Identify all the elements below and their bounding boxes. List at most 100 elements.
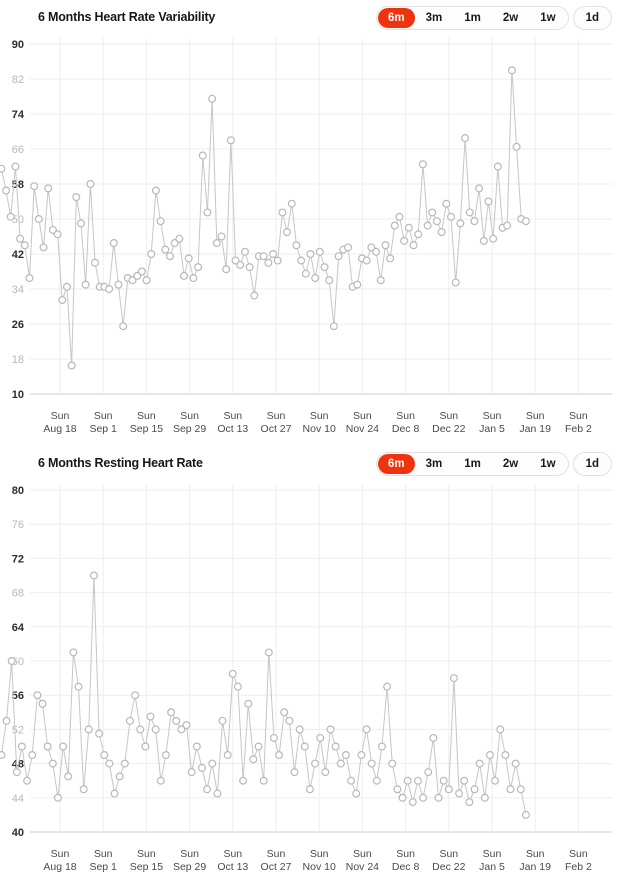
data-point-marker[interactable] <box>197 763 206 772</box>
data-point-marker[interactable] <box>451 278 460 287</box>
data-point-marker[interactable] <box>254 742 263 751</box>
data-point-marker[interactable] <box>95 729 104 738</box>
data-point-marker[interactable] <box>151 725 160 734</box>
data-point-marker[interactable] <box>432 217 441 226</box>
data-point-marker[interactable] <box>352 789 361 798</box>
data-point-marker[interactable] <box>507 66 516 75</box>
data-point-marker[interactable] <box>395 212 404 221</box>
data-point-marker[interactable] <box>470 785 479 794</box>
data-point-marker[interactable] <box>475 184 484 193</box>
data-point-marker[interactable] <box>428 208 437 217</box>
data-point-marker[interactable] <box>7 657 16 666</box>
data-point-marker[interactable] <box>414 230 423 239</box>
data-point-marker[interactable] <box>156 776 165 785</box>
data-point-marker[interactable] <box>259 252 268 261</box>
data-point-marker[interactable] <box>275 751 284 760</box>
data-point-marker[interactable] <box>273 256 282 265</box>
data-point-marker[interactable] <box>84 725 93 734</box>
data-point-marker[interactable] <box>244 699 253 708</box>
data-point-marker[interactable] <box>292 241 301 250</box>
data-point-marker[interactable] <box>105 759 114 768</box>
data-point-marker[interactable] <box>6 212 15 221</box>
data-point-marker[interactable] <box>0 751 6 760</box>
data-point-marker[interactable] <box>461 134 470 143</box>
data-point-marker[interactable] <box>125 716 134 725</box>
data-point-marker[interactable] <box>20 241 29 250</box>
data-point-marker[interactable] <box>25 274 34 283</box>
data-point-marker[interactable] <box>341 751 350 760</box>
data-point-marker[interactable] <box>305 785 314 794</box>
data-point-marker[interactable] <box>316 733 325 742</box>
data-point-marker[interactable] <box>331 742 340 751</box>
data-point-marker[interactable] <box>250 291 259 300</box>
data-point-marker[interactable] <box>34 215 43 224</box>
data-point-marker[interactable] <box>383 682 392 691</box>
data-point-marker[interactable] <box>240 247 249 256</box>
data-point-marker[interactable] <box>280 708 289 717</box>
range-selector-resting-hr[interactable]: 6m 3m 1m 2w 1w 1d <box>376 452 612 476</box>
data-point-marker[interactable] <box>489 234 498 243</box>
data-point-marker[interactable] <box>175 234 184 243</box>
data-point-marker[interactable] <box>119 322 128 331</box>
range-group-main[interactable]: 6m 3m 1m 2w 1w <box>376 452 569 476</box>
data-point-marker[interactable] <box>259 776 268 785</box>
range-selector-hrv[interactable]: 6m 3m 1m 2w 1w 1d <box>376 6 612 30</box>
data-point-marker[interactable] <box>311 759 320 768</box>
data-point-marker[interactable] <box>264 648 273 657</box>
data-point-marker[interactable] <box>485 751 494 760</box>
data-point-marker[interactable] <box>217 232 226 241</box>
data-point-marker[interactable] <box>475 759 484 768</box>
data-point-marker[interactable] <box>334 252 343 261</box>
data-point-marker[interactable] <box>376 276 385 285</box>
data-point-marker[interactable] <box>336 759 345 768</box>
data-point-marker[interactable] <box>212 239 221 248</box>
data-point-marker[interactable] <box>187 768 196 777</box>
data-point-marker[interactable] <box>16 234 25 243</box>
data-point-marker[interactable] <box>146 712 155 721</box>
data-point-marker[interactable] <box>147 250 156 259</box>
data-point-marker[interactable] <box>136 725 145 734</box>
data-point-marker[interactable] <box>192 742 201 751</box>
data-point-marker[interactable] <box>278 208 287 217</box>
data-point-marker[interactable] <box>447 212 456 221</box>
data-point-marker[interactable] <box>424 768 433 777</box>
data-point-marker[interactable] <box>137 267 146 276</box>
data-point-marker[interactable] <box>239 776 248 785</box>
range-group-day[interactable]: 1d <box>572 6 612 30</box>
data-point-marker[interactable] <box>194 263 203 272</box>
data-point-marker[interactable] <box>320 263 329 272</box>
range-option-1m[interactable]: 1m <box>453 454 492 474</box>
data-point-marker[interactable] <box>325 276 334 285</box>
data-point-marker[interactable] <box>429 733 438 742</box>
data-point-marker[interactable] <box>377 742 386 751</box>
data-point-marker[interactable] <box>326 725 335 734</box>
data-point-marker[interactable] <box>236 260 245 269</box>
data-point-marker[interactable] <box>491 776 500 785</box>
data-point-marker[interactable] <box>76 219 85 228</box>
data-point-marker[interactable] <box>480 793 489 802</box>
data-point-marker[interactable] <box>44 184 53 193</box>
range-group-day[interactable]: 1d <box>572 452 612 476</box>
range-option-1w[interactable]: 1w <box>529 8 566 28</box>
data-point-marker[interactable] <box>109 239 118 248</box>
data-point-marker[interactable] <box>311 274 320 283</box>
data-point-marker[interactable] <box>58 295 67 304</box>
data-point-marker[interactable] <box>38 699 47 708</box>
data-point-marker[interactable] <box>264 258 273 267</box>
data-point-marker[interactable] <box>419 793 428 802</box>
data-point-marker[interactable] <box>249 755 258 764</box>
data-point-marker[interactable] <box>381 241 390 250</box>
data-point-marker[interactable] <box>141 742 150 751</box>
data-point-marker[interactable] <box>67 361 76 370</box>
data-point-marker[interactable] <box>105 285 114 294</box>
data-point-marker[interactable] <box>403 776 412 785</box>
data-point-marker[interactable] <box>226 136 235 145</box>
data-point-marker[interactable] <box>315 247 324 256</box>
data-point-marker[interactable] <box>39 243 48 252</box>
range-group-main[interactable]: 6m 3m 1m 2w 1w <box>376 6 569 30</box>
data-point-marker[interactable] <box>418 160 427 169</box>
data-point-marker[interactable] <box>203 785 212 794</box>
data-point-marker[interactable] <box>228 669 237 678</box>
data-point-marker[interactable] <box>203 208 212 217</box>
data-point-marker[interactable] <box>321 768 330 777</box>
